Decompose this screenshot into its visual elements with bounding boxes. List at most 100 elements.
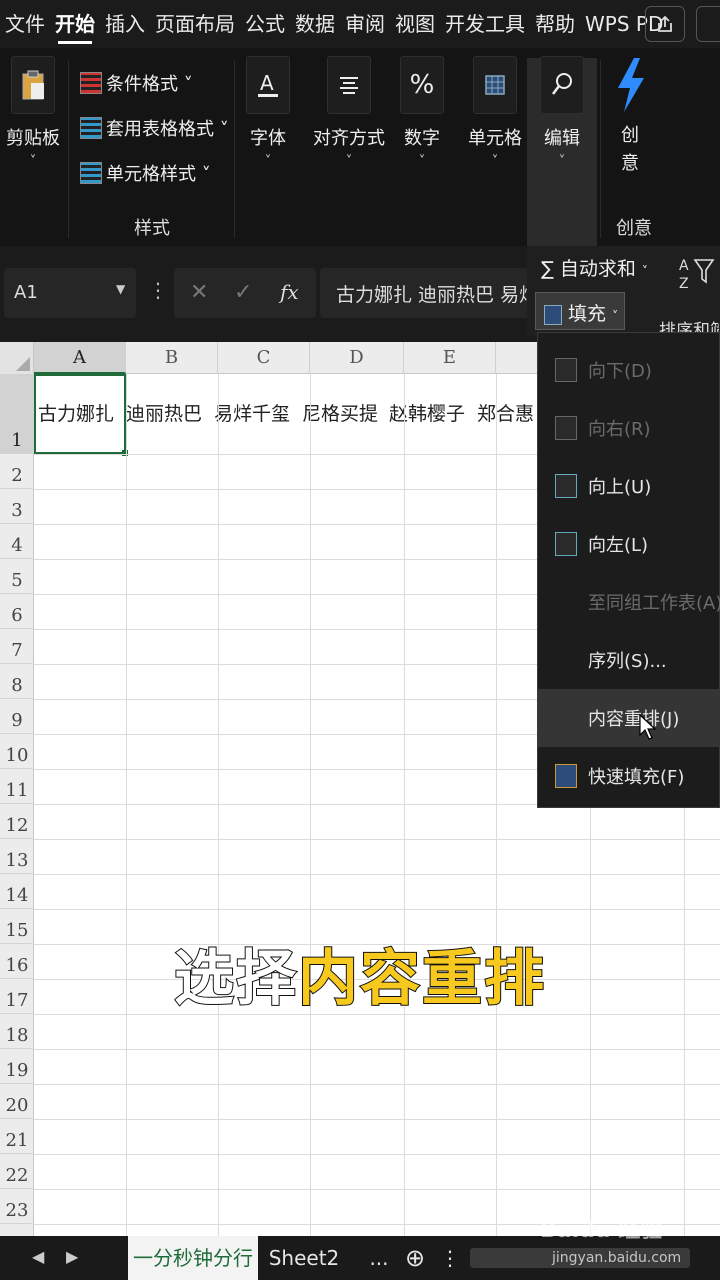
row-header-13[interactable]: 13 [0, 839, 34, 874]
column-header-a[interactable]: A [34, 342, 126, 374]
select-all-corner[interactable] [0, 342, 34, 374]
cells-label: 单元格 [468, 128, 522, 149]
row-header-21[interactable]: 21 [0, 1119, 34, 1154]
row-header-11[interactable]: 11 [0, 769, 34, 804]
comment-button[interactable] [696, 6, 720, 42]
cancel-icon[interactable]: ✕ [190, 280, 208, 305]
ribbon-separator [68, 60, 69, 238]
fx-icon[interactable]: fx [280, 280, 299, 304]
tab-developer[interactable]: 开发工具 [440, 0, 530, 48]
row-header-3[interactable]: 3 [0, 489, 34, 524]
column-header-d[interactable]: D [310, 342, 404, 374]
column-header-e[interactable]: E [404, 342, 496, 374]
confirm-icon[interactable]: ✓ [234, 280, 252, 305]
row-header-23[interactable]: 23 [0, 1189, 34, 1224]
tab-insert[interactable]: 插入 [100, 0, 150, 48]
chevron-down-icon[interactable]: ▼ [116, 282, 125, 296]
tab-help[interactable]: 帮助 [530, 0, 580, 48]
tab-file[interactable]: 文件 [0, 0, 50, 48]
row-header-2[interactable]: 2 [0, 454, 34, 489]
grid-row-line [34, 839, 720, 840]
number-group[interactable]: % 数字 ˅ [400, 56, 444, 169]
grid-column-line [218, 374, 219, 1236]
edit-group[interactable]: 编辑 ˅ [540, 56, 584, 169]
row-header-22[interactable]: 22 [0, 1154, 34, 1189]
tab-page-layout[interactable]: 页面布局 [150, 0, 240, 48]
fill-down-item[interactable]: 向下(D) [538, 341, 720, 399]
chevron-down-icon: ˅ [345, 154, 353, 169]
tab-home[interactable]: 开始 [50, 0, 100, 48]
grid-row-line [34, 1049, 720, 1050]
cell-d1[interactable]: 尼格买提 [302, 374, 378, 454]
autosum-button[interactable]: ∑ 自动求和 ˅ [541, 254, 648, 281]
tab-formulas[interactable]: 公式 [240, 0, 290, 48]
watermark-logo: Baidu 经验 [540, 1218, 663, 1243]
sheet-tab-2[interactable]: Sheet2 [262, 1236, 346, 1280]
row-header-19[interactable]: 19 [0, 1049, 34, 1084]
justify-item[interactable]: 内容重排(J) [538, 689, 720, 747]
column-header-c[interactable]: C [218, 342, 310, 374]
row-header-4[interactable]: 4 [0, 524, 34, 559]
cell-f1[interactable]: 郑合惠 [477, 374, 537, 454]
cell-c1[interactable]: 易烊千玺 [214, 374, 290, 454]
autosum-label: 自动求和 [559, 258, 636, 280]
tab-data[interactable]: 数据 [290, 0, 340, 48]
formula-input[interactable]: 古力娜扎 迪丽热巴 易烊 [320, 268, 540, 318]
row-header-5[interactable]: 5 [0, 559, 34, 594]
share-button[interactable] [645, 6, 685, 42]
sheet-options-icon[interactable]: ⋮ [438, 1236, 462, 1280]
chevron-left-icon[interactable]: ◀ [32, 1247, 44, 1266]
flash-fill-item[interactable]: 快速填充(F) [538, 747, 720, 805]
tab-view[interactable]: 视图 [390, 0, 440, 48]
sheet-tab-1[interactable]: 一分秒钟分行 [128, 1236, 258, 1280]
create-group[interactable]: 创 意 [612, 56, 648, 178]
fill-left-item[interactable]: 向左(L) [538, 515, 720, 573]
caption-part-2: 内容重排 [297, 943, 546, 1015]
row-header-8[interactable]: 8 [0, 664, 34, 699]
grid-column-line [496, 374, 497, 1236]
column-header-b[interactable]: B [126, 342, 218, 374]
row-header-14[interactable]: 14 [0, 874, 34, 909]
more-sheets-button[interactable]: ... [364, 1236, 394, 1280]
arrow-left-icon [555, 532, 577, 556]
styles-caption: 样式 [134, 218, 170, 239]
cells-icon [473, 56, 517, 114]
table-format-label: 套用表格格式 ˅ [106, 119, 229, 140]
cell-style-icon [80, 162, 102, 184]
grid-row-line [34, 1119, 720, 1120]
fill-across-sheets-item[interactable]: 至同组工作表(A)... [538, 573, 720, 631]
row-header-9[interactable]: 9 [0, 699, 34, 734]
cell-b1[interactable]: 迪丽热巴 [126, 374, 202, 454]
row-header-10[interactable]: 10 [0, 734, 34, 769]
add-sheet-icon[interactable]: ⊕ [400, 1236, 430, 1280]
row-header-12[interactable]: 12 [0, 804, 34, 839]
row-header-7[interactable]: 7 [0, 629, 34, 664]
row-header-1[interactable]: 1 [0, 374, 34, 454]
row-header-6[interactable]: 6 [0, 594, 34, 629]
clipboard-group[interactable]: 剪贴板 ˅ [6, 56, 60, 169]
cell-e1[interactable]: 赵韩樱子 [389, 374, 465, 454]
fill-label: 填充 [568, 303, 607, 325]
cells-group[interactable]: 单元格 ˅ [468, 56, 522, 169]
cell-style-button[interactable]: 单元格样式 ˅ [80, 160, 211, 186]
conditional-format-button[interactable]: 条件格式 ˅ [80, 70, 193, 96]
fill-up-item[interactable]: 向上(U) [538, 457, 720, 515]
fill-down-label: 向下(D) [588, 361, 652, 382]
clipboard-icon [11, 56, 55, 114]
fill-series-item[interactable]: 序列(S)... [538, 631, 720, 689]
more-icon[interactable]: ⋮ [148, 278, 168, 302]
row-header-18[interactable]: 18 [0, 1014, 34, 1049]
font-group[interactable]: A 字体 ˅ [246, 56, 290, 169]
create-caption: 创意 [616, 218, 652, 239]
video-caption: 选择内容重排 [0, 930, 720, 1017]
row-header-20[interactable]: 20 [0, 1084, 34, 1119]
fill-button[interactable]: 填充 ˅ [535, 292, 625, 330]
chevron-right-icon[interactable]: ▶ [66, 1247, 78, 1266]
sort-filter-icon[interactable]: AZ [677, 254, 717, 300]
fill-right-item[interactable]: 向右(R) [538, 399, 720, 457]
arrow-up-icon [555, 474, 577, 498]
tab-review[interactable]: 审阅 [340, 0, 390, 48]
alignment-group[interactable]: 对齐方式 ˅ [313, 56, 385, 169]
table-format-button[interactable]: 套用表格格式 ˅ [80, 115, 229, 141]
cell-style-label: 单元格样式 ˅ [106, 164, 211, 185]
